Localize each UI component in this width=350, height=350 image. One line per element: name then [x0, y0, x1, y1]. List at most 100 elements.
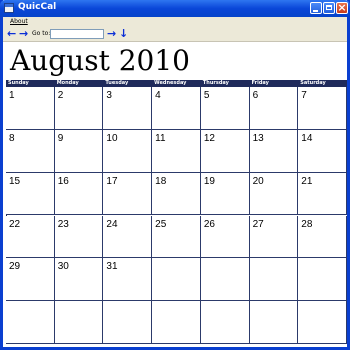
day-number: 29: [9, 261, 21, 273]
day-number: 16: [57, 175, 69, 187]
menu-about[interactable]: About: [10, 17, 28, 27]
calendar-grid: Sunday Monday Tuesday Wednesday Thursday Frid…: [6, 80, 347, 344]
day-number: 20: [252, 175, 264, 187]
down-arrow-icon[interactable]: ↓: [119, 27, 128, 40]
day-cell[interactable]: 24: [103, 215, 153, 259]
day-number: 22: [9, 218, 21, 230]
day-cell[interactable]: [152, 258, 201, 302]
day-cell[interactable]: 30: [54, 258, 104, 302]
day-number: 8: [9, 132, 15, 144]
app-window: QuicCal About ← → Go to: → ↓ August 2010…: [0, 0, 350, 350]
day-cell[interactable]: 18: [152, 172, 201, 216]
day-number: 26: [203, 218, 215, 230]
back-arrow-icon[interactable]: ←: [7, 27, 16, 40]
day-number: 30: [57, 261, 69, 273]
day-cell[interactable]: 25: [152, 215, 201, 259]
day-cell[interactable]: 26: [200, 215, 250, 259]
goto-input[interactable]: [50, 29, 104, 39]
day-cell[interactable]: [298, 258, 347, 302]
day-cell[interactable]: 12: [200, 129, 250, 173]
forward-arrow-icon[interactable]: →: [19, 27, 28, 40]
day-cell[interactable]: [6, 301, 55, 344]
day-cell[interactable]: [200, 258, 250, 302]
day-cell[interactable]: 15: [6, 172, 55, 216]
day-cell[interactable]: 16: [54, 172, 104, 216]
day-number: 24: [106, 218, 118, 230]
day-cell[interactable]: 27: [249, 215, 299, 259]
weekday-label: Saturday: [300, 80, 326, 86]
day-number: 12: [203, 132, 215, 144]
day-number: 27: [252, 218, 264, 230]
day-cell[interactable]: 1: [6, 87, 55, 130]
day-number: 14: [301, 132, 313, 144]
go-arrow-icon[interactable]: →: [107, 27, 116, 40]
day-cell[interactable]: 14: [298, 129, 347, 173]
day-number: 31: [106, 261, 118, 273]
day-cell[interactable]: 2: [54, 87, 104, 130]
month-title: August 2010: [10, 44, 190, 77]
day-cell[interactable]: 21: [298, 172, 347, 216]
day-cell[interactable]: [298, 301, 347, 344]
window-title: QuicCal: [18, 2, 57, 12]
app-icon: [4, 3, 14, 13]
day-number: 6: [252, 90, 259, 101]
day-number: 17: [106, 175, 118, 187]
day-number: 1: [9, 90, 15, 101]
day-number: 7: [301, 90, 307, 101]
day-cell[interactable]: 23: [54, 215, 104, 259]
day-cell[interactable]: [54, 301, 104, 344]
day-cell[interactable]: 5: [200, 87, 250, 130]
minimize-button[interactable]: [310, 2, 322, 14]
day-number: 11: [155, 132, 166, 144]
day-cell[interactable]: 31: [103, 258, 153, 302]
day-cell[interactable]: 3: [103, 87, 153, 130]
menu-bar: About: [3, 17, 347, 27]
day-cell[interactable]: 22: [6, 215, 55, 259]
day-number: 10: [106, 132, 118, 144]
day-number: 9: [57, 132, 64, 144]
day-cell[interactable]: 10: [103, 129, 153, 173]
goto-label: Go to:: [32, 30, 51, 37]
day-number: 3: [106, 90, 112, 101]
day-cell[interactable]: 28: [298, 215, 347, 259]
weekday-label: Thursday: [202, 80, 229, 86]
day-cell[interactable]: 11: [152, 129, 201, 173]
day-cell[interactable]: 19: [200, 172, 250, 216]
day-cell[interactable]: [103, 301, 153, 344]
day-cell[interactable]: 6: [249, 87, 299, 130]
day-cells: 1 2 3 4 5 6 7 8 9 10 11 12 13 14 15 16 17 18 19 20 21 22 23 24 2…: [6, 87, 347, 344]
weekday-label: Monday: [56, 80, 79, 86]
close-button[interactable]: [336, 2, 348, 14]
day-cell[interactable]: 29: [6, 258, 55, 302]
toolbar: ← → Go to: → ↓: [3, 27, 347, 42]
day-cell[interactable]: 4: [152, 87, 201, 130]
day-number: 15: [9, 175, 21, 187]
day-number: 23: [57, 218, 69, 230]
day-cell[interactable]: [249, 258, 299, 302]
day-cell[interactable]: 7: [298, 87, 347, 130]
day-number: 19: [203, 175, 215, 187]
day-cell[interactable]: 13: [249, 129, 299, 173]
day-number: 18: [155, 175, 167, 187]
weekday-label: Tuesday: [105, 80, 129, 86]
day-number: 28: [301, 218, 313, 230]
day-number: 2: [57, 90, 64, 101]
weekday-header: Sunday Monday Tuesday Wednesday Thursday Frid…: [6, 80, 347, 87]
day-cell[interactable]: 20: [249, 172, 299, 216]
day-number: 5: [203, 90, 210, 101]
title-bar[interactable]: QuicCal: [0, 0, 350, 17]
day-cell[interactable]: 9: [54, 129, 104, 173]
weekday-label: Wednesday: [154, 80, 187, 86]
day-cell[interactable]: [152, 301, 201, 344]
day-number: 25: [155, 218, 167, 230]
day-cell[interactable]: [200, 301, 250, 344]
day-cell[interactable]: 17: [103, 172, 153, 216]
day-cell[interactable]: [249, 301, 299, 344]
day-number: 4: [155, 90, 161, 101]
maximize-button[interactable]: [323, 2, 335, 14]
weekday-label: Friday: [251, 80, 269, 86]
day-number: 13: [252, 132, 264, 144]
weekday-label: Sunday: [8, 80, 29, 86]
day-number: 21: [301, 175, 313, 187]
day-cell[interactable]: 8: [6, 129, 55, 173]
